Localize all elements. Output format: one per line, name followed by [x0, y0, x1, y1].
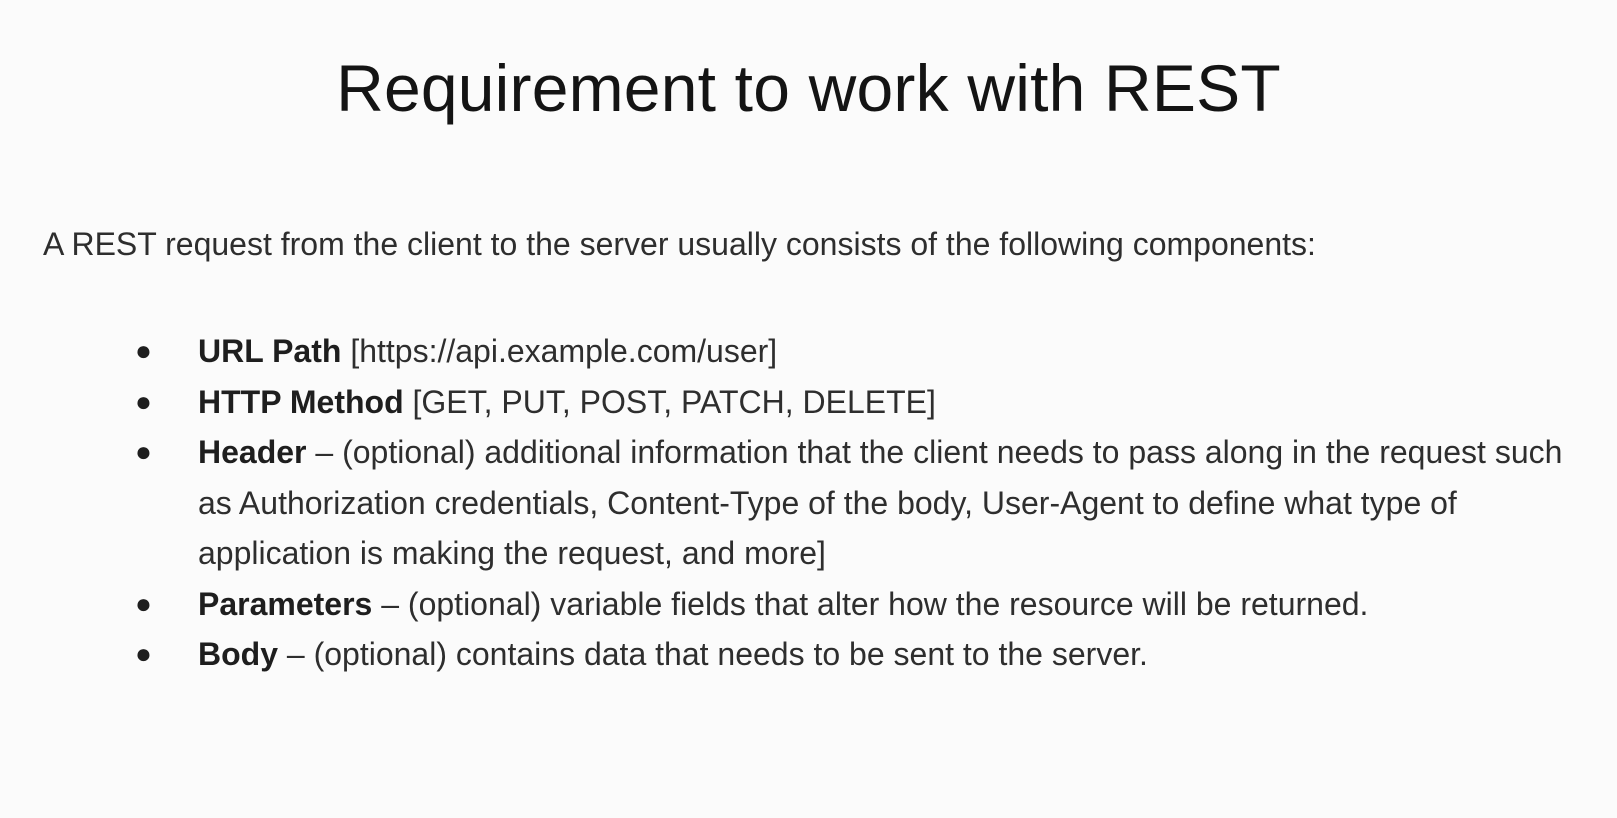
slide-title: Requirement to work with REST: [336, 51, 1281, 125]
bullet-icon: ●: [135, 335, 152, 366]
bullet-icon: ●: [135, 587, 152, 619]
description-http-method: [GET, PUT, POST, PATCH, DELETE]: [403, 383, 936, 420]
term-parameters: Parameters: [198, 585, 373, 622]
list-item-parameters: ● Parameters – (optional) variable field…: [130, 579, 1590, 630]
description-url-path: [https://api.example.com/user]: [341, 333, 778, 369]
bullet-icon: ●: [135, 638, 152, 669]
list-item-http-method: ● HTTP Method [GET, PUT, POST, PATCH, DE…: [130, 377, 1590, 428]
list-item-body: ● Body – (optional) contains data that n…: [130, 629, 1590, 680]
list-item-header: ● Header – (optional) additional informa…: [130, 427, 1590, 579]
bullet-icon: ●: [135, 436, 152, 467]
description-parameters: – (optional) variable fields that alter …: [372, 585, 1369, 622]
list-item-url-path: ● URL Path [https://api.example.com/user…: [130, 326, 1590, 377]
term-url-path: URL Path: [198, 333, 342, 369]
description-body: – (optional) contains data that needs to…: [278, 636, 1148, 672]
bullet-icon: ●: [135, 385, 152, 417]
term-body: Body: [198, 636, 278, 672]
intro-text: A REST request from the client to the se…: [43, 226, 1316, 262]
slide: Requirement to work with REST A REST req…: [0, 0, 1617, 818]
term-header: Header: [198, 434, 307, 470]
description-header: – (optional) additional information that…: [198, 434, 1563, 571]
term-http-method: HTTP Method: [198, 383, 404, 420]
components-list: ● URL Path [https://api.example.com/user…: [130, 326, 1590, 680]
